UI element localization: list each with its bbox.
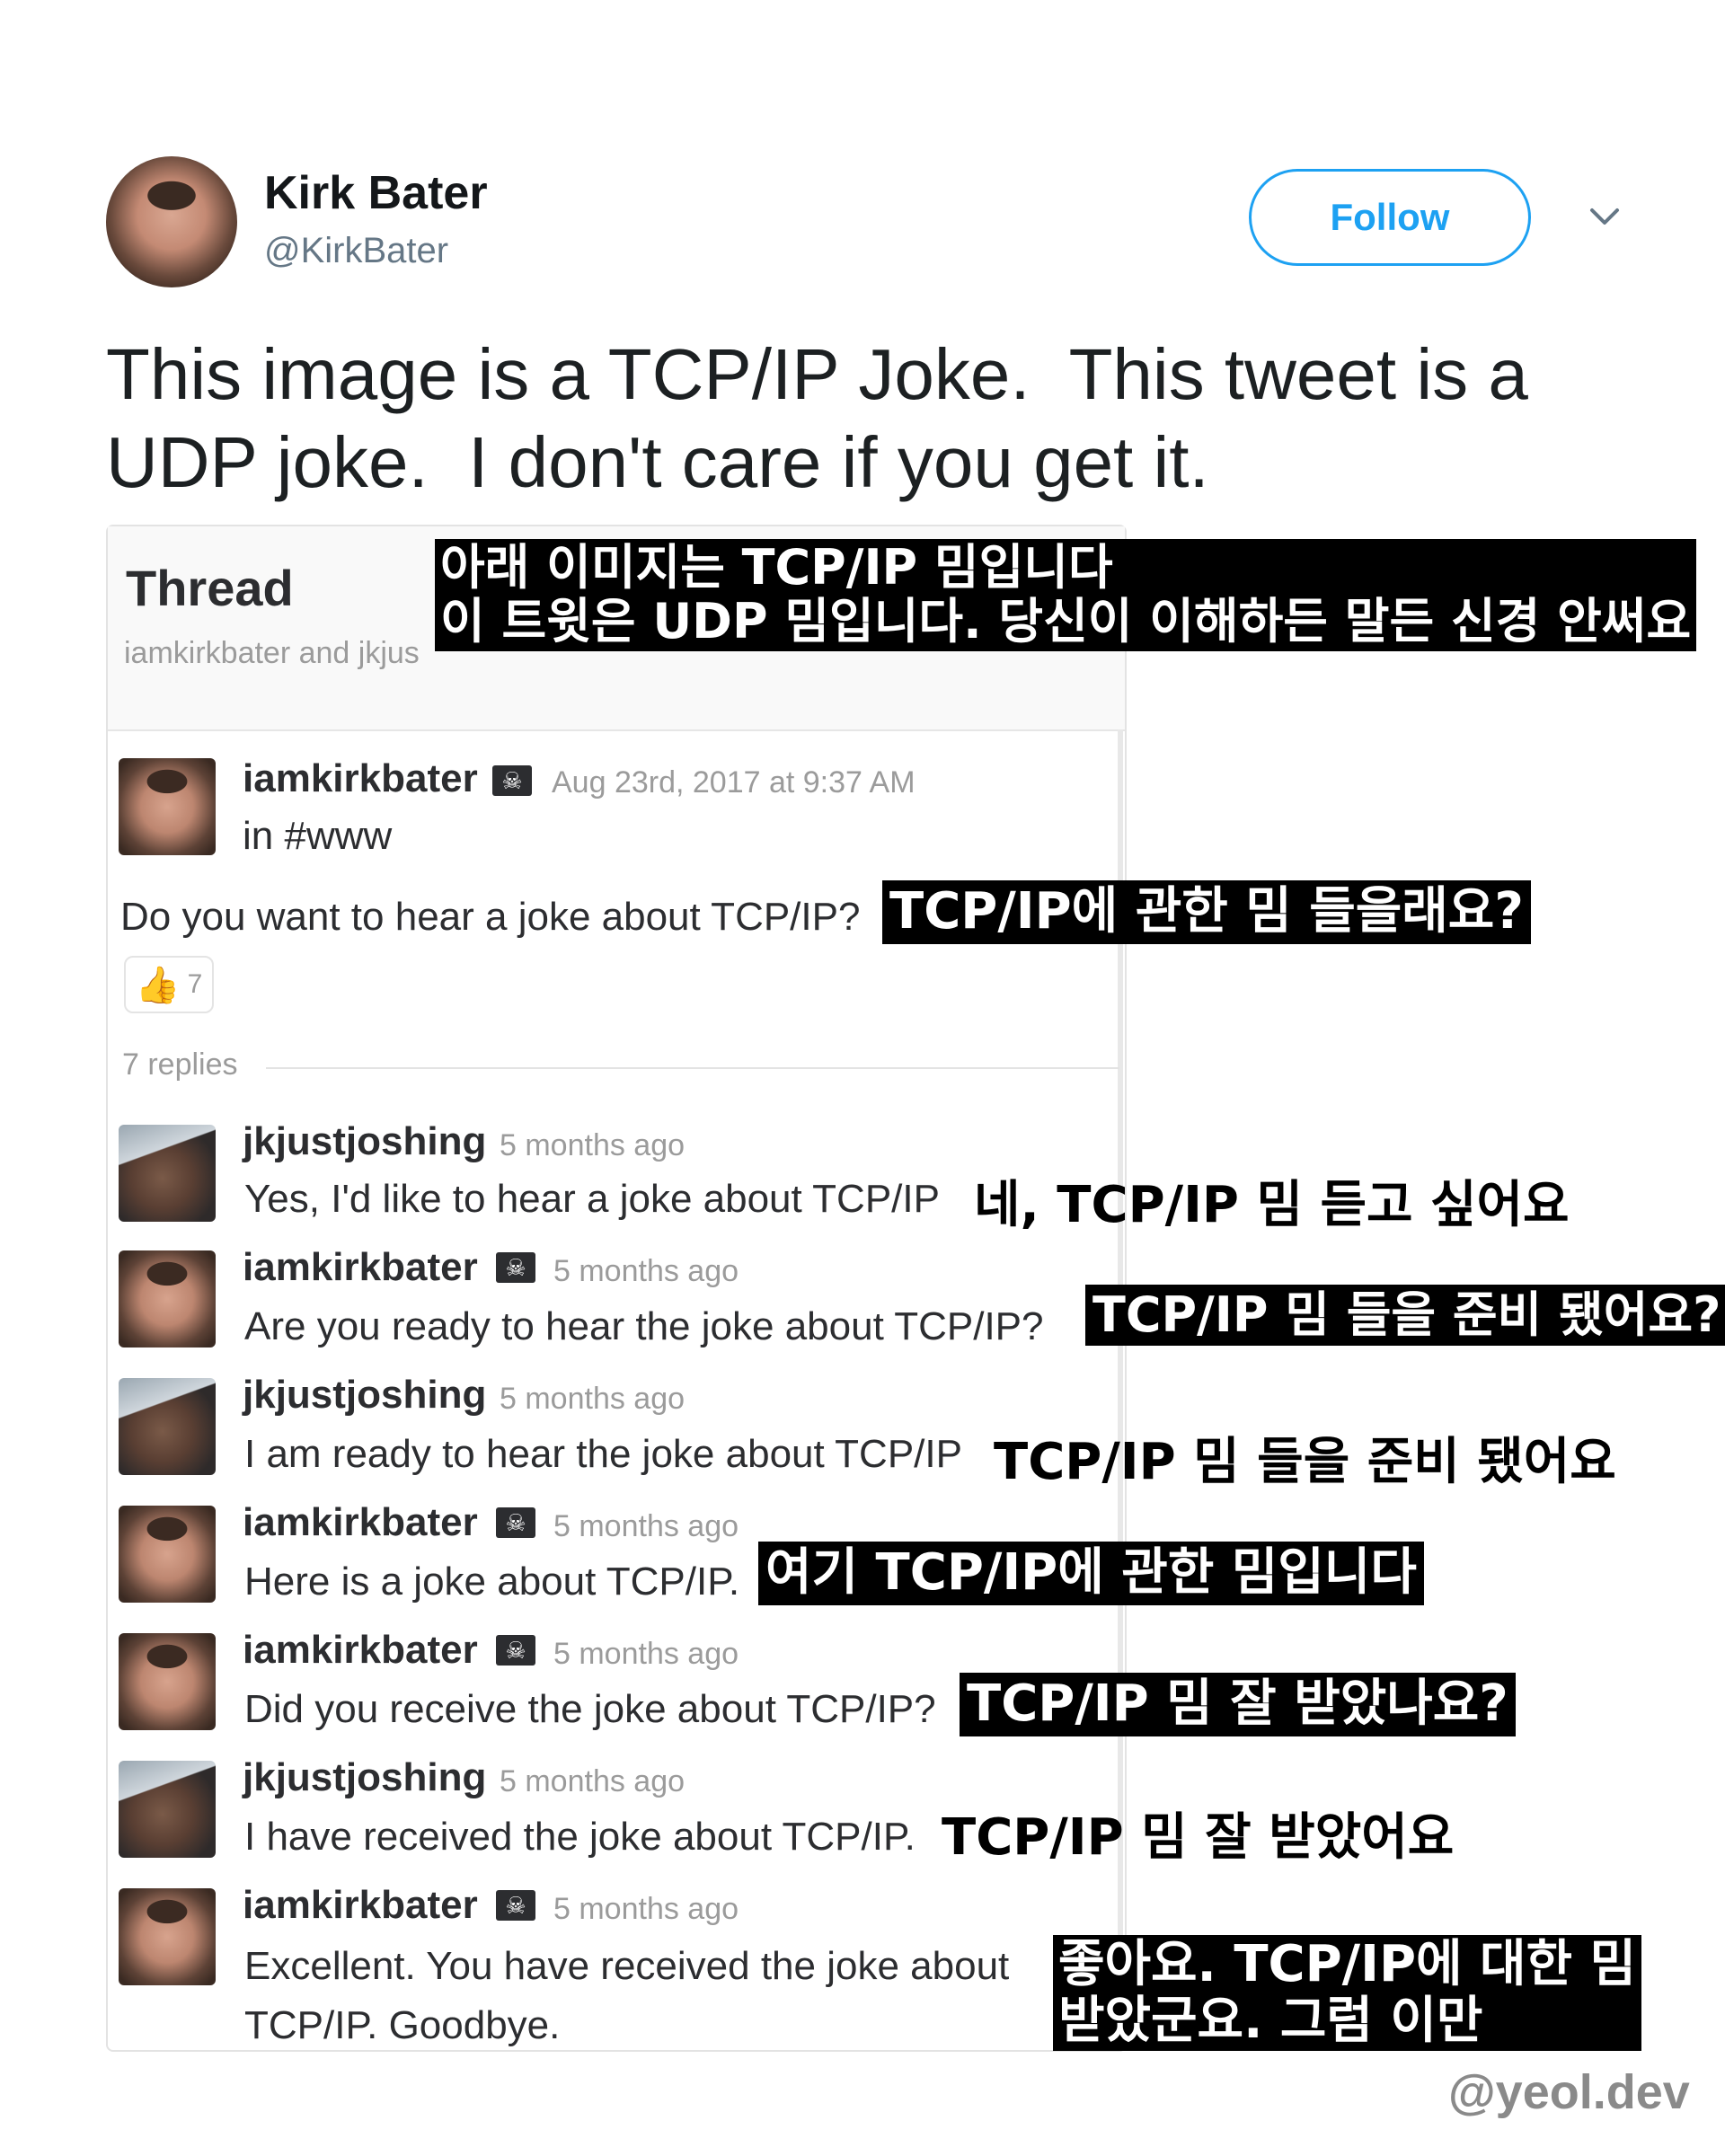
reply-time: 5 months ago [553, 1892, 739, 1926]
subtitle-5: TCP/IP 밈 잘 받았나요? [960, 1673, 1516, 1736]
pirate-flag-icon: ☠ [496, 1507, 535, 1538]
reply-text: Yes, I'd like to hear a joke about TCP/I… [244, 1177, 940, 1221]
reply-time: 5 months ago [500, 1764, 686, 1798]
replies-divider [266, 1067, 1119, 1069]
avatar[interactable] [119, 1378, 216, 1475]
reply-text: I have received the joke about TCP/IP. [244, 1815, 916, 1859]
subtitle-7: 좋아요. TCP/IP에 대한 밈 받았군요. 그럼 이만 [1053, 1935, 1642, 2052]
author-avatar[interactable] [106, 156, 237, 287]
avatar[interactable] [119, 1250, 216, 1348]
message-text: Do you want to hear a joke about TCP/IP? [120, 895, 861, 939]
subtitle-3: TCP/IP 밈 들을 준비 됐어요 [994, 1433, 1616, 1491]
reply-time: 5 months ago [500, 1382, 686, 1416]
reply-time: 5 months ago [500, 1128, 686, 1162]
subtitle-header: 아래 이미지는 TCP/IP 밈입니다 이 트윗은 UDP 밈입니다. 당신이 … [435, 539, 1697, 651]
chevron-down-icon[interactable] [1587, 199, 1623, 235]
avatar[interactable] [119, 1506, 216, 1603]
author-handle[interactable]: @KirkBater [264, 231, 448, 271]
reply-author[interactable]: jkjustjoshing [243, 1373, 486, 1418]
thread-subtitle: iamkirkbater and jkjus [124, 636, 420, 670]
pirate-flag-icon: ☠ [496, 1252, 535, 1283]
reply-author[interactable]: iamkirkbater [243, 1500, 478, 1545]
subtitle-4: 여기 TCP/IP에 관한 밈입니다 [758, 1542, 1424, 1605]
pirate-flag-icon: ☠ [496, 1890, 535, 1921]
reply-time: 5 months ago [553, 1254, 739, 1288]
reply-author[interactable]: iamkirkbater [243, 1628, 478, 1673]
watermark: @yeol.dev [1448, 2065, 1690, 2119]
avatar[interactable] [119, 1633, 216, 1730]
pirate-flag-icon: ☠ [496, 1635, 535, 1666]
reply-text: Here is a joke about TCP/IP. [244, 1560, 740, 1604]
thumbs-up-reaction[interactable]: 👍 7 [124, 956, 214, 1013]
reply-time: 5 months ago [553, 1509, 739, 1543]
avatar[interactable] [119, 758, 216, 855]
follow-button[interactable]: Follow [1249, 169, 1531, 266]
reply-author[interactable]: iamkirkbater [243, 1245, 478, 1290]
reply-time: 5 months ago [553, 1637, 739, 1671]
avatar[interactable] [119, 1888, 216, 1985]
reply-text: Excellent. You have received the joke ab… [244, 1944, 1010, 1988]
pirate-flag-icon: ☠ [492, 765, 532, 796]
author-name[interactable]: Kirk Bater [264, 166, 488, 220]
message-time: Aug 23rd, 2017 at 9:37 AM [552, 765, 916, 800]
thread-title: Thread [126, 560, 294, 616]
avatar[interactable] [119, 1761, 216, 1858]
reply-text: I am ready to hear the joke about TCP/IP [244, 1432, 962, 1476]
reply-author[interactable]: iamkirkbater [243, 1883, 478, 1928]
thumbs-up-icon: 👍 [135, 965, 181, 1005]
replies-count: 7 replies [122, 1047, 238, 1082]
reply-text-continued: TCP/IP. Goodbye. [244, 2003, 561, 2047]
reply-text: Did you receive the joke about TCP/IP? [244, 1687, 936, 1731]
message-channel[interactable]: in #www [243, 814, 392, 859]
message-author[interactable]: iamkirkbater [243, 756, 478, 801]
reply-author[interactable]: jkjustjoshing [243, 1119, 486, 1164]
tweet-text: This image is a TCP/IP Joke. This tweet … [106, 334, 1528, 502]
reaction-count: 7 [187, 969, 203, 999]
reply-text: Are you ready to hear the joke about TCP… [244, 1304, 1044, 1348]
subtitle-0: TCP/IP에 관한 밈 들을래요? [882, 880, 1531, 944]
avatar[interactable] [119, 1125, 216, 1222]
subtitle-6: TCP/IP 밈 잘 받았어요 [942, 1808, 1455, 1867]
reply-author[interactable]: jkjustjoshing [243, 1755, 486, 1800]
subtitle-1: 네, TCP/IP 밈 듣고 싶어요 [974, 1176, 1570, 1234]
subtitle-2: TCP/IP 밈 들을 준비 됐어요? [1085, 1285, 1725, 1347]
